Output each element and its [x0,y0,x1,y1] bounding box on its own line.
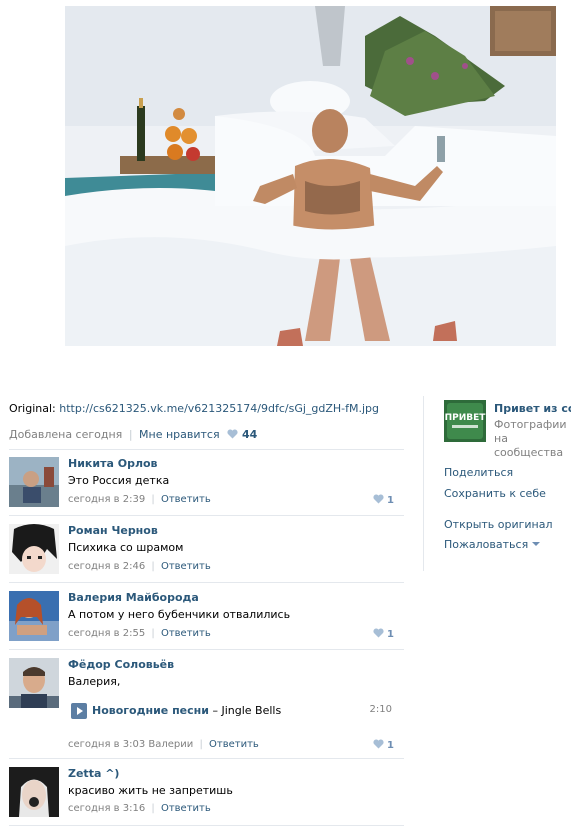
heart-icon [373,628,384,638]
open-original-link[interactable]: Открыть оригинал [444,518,553,531]
comment-text: Это Россия детка [68,474,170,487]
reply-button[interactable]: Ответить [161,803,211,814]
comment-text: Валерия, [68,675,121,688]
reply-button[interactable]: Ответить [161,628,211,639]
reply-button[interactable]: Ответить [161,561,211,572]
comment-like[interactable]: 1 [373,739,394,751]
comment-time: сегодня в 2:46 [68,561,146,572]
audio-duration: 2:10 [369,704,392,715]
comment-like[interactable]: 1 [373,628,394,640]
original-link-row: Original: http://cs621325.vk.me/v6213251… [9,402,379,415]
like-button[interactable]: Мне нравится [139,428,220,441]
divider [9,515,404,516]
report-label: Пожаловаться [444,538,529,551]
comment-author[interactable]: Никита Орлов [68,457,404,471]
photo-man-in-snow-bath [65,6,556,346]
comment: Роман Чернов Психика со шрамом сегодня в… [9,524,404,582]
group-name[interactable]: Привет из соц [494,402,571,415]
save-link[interactable]: Сохранить к себе [444,487,546,500]
comment-text: А потом у него бубенчики отвалились [68,608,291,621]
original-label: Original: [9,402,56,415]
avatar[interactable] [9,457,59,507]
like-count-value: 44 [241,428,258,441]
divider [9,758,404,759]
divider [9,649,404,650]
divider [9,825,404,826]
group-avatar[interactable]: ПРИВЕТ [444,400,486,442]
comment-time: сегодня в 2:55 [68,628,146,639]
post-photo[interactable] [65,6,556,346]
comment: Валерия Майборода А потом у него бубенчи… [9,591,404,649]
photo-meta: Добавлена сегодня | Мне нравится 44 [9,428,404,441]
share-link[interactable]: Поделиться [444,466,513,479]
reply-button[interactable]: Ответить [209,739,259,750]
original-url-link[interactable]: http://cs621325.vk.me/v621325174/9dfc/sG… [59,402,379,415]
reply-button[interactable]: Ответить [161,494,211,505]
comment-author[interactable]: Роман Чернов [68,524,404,538]
added-date: Добавлена сегодня [9,428,123,441]
avatar[interactable] [9,591,59,641]
comment-author[interactable]: Фёдор Соловьёв [68,658,404,672]
group-subtitle: Фотографии на сообщества [494,418,567,459]
comment-footer: сегодня в 2:39 | Ответить [68,494,211,505]
avatar[interactable] [9,524,59,574]
heart-icon [373,494,384,504]
comment-text: красиво жить не запретишь [68,784,233,797]
comment: Фёдор Соловьёв Валерия, Новогодние песни… [9,658,404,758]
comment-footer: сегодня в 2:55 | Ответить [68,628,211,639]
comment-author[interactable]: Валерия Майборода [68,591,404,605]
separator: | [128,428,133,441]
comment-time: сегодня в 3:03 Валерии [68,739,194,750]
comment-text: Психика со шрамом [68,541,184,554]
audio-track: Новогодние песни – Jingle Bells [92,704,281,717]
audio-attachment[interactable]: Новогодние песни – Jingle Bells 2:10 [68,702,404,720]
comment-footer: сегодня в 3:16 | Ответить [68,803,211,814]
play-icon[interactable] [71,703,87,719]
avatar[interactable] [9,658,59,708]
comment: Zetta ^) красиво жить не запретишь сегод… [9,767,404,825]
divider [9,449,404,450]
report-link[interactable]: Пожаловаться [444,538,541,551]
comment-footer: сегодня в 3:03 Валерии | Ответить [68,739,259,750]
caret-down-icon [532,542,541,546]
avatar[interactable] [9,767,59,817]
comment-author[interactable]: Zetta ^) [68,767,404,781]
audio-artist[interactable]: Новогодние песни [92,704,209,717]
divider [9,582,404,583]
heart-icon [227,429,238,439]
heart-icon [373,739,384,749]
comment: Никита Орлов Это Россия детка сегодня в … [9,457,404,515]
comment-time: сегодня в 3:16 [68,803,146,814]
column-divider [423,396,424,571]
group-logo-text: ПРИВЕТ [445,413,486,423]
audio-dash: – [208,704,222,717]
comment-like[interactable]: 1 [373,494,394,506]
like-count[interactable]: 44 [227,428,257,441]
comment-time: сегодня в 2:39 [68,494,146,505]
audio-title: Jingle Bells [221,704,282,717]
comment-footer: сегодня в 2:46 | Ответить [68,561,211,572]
